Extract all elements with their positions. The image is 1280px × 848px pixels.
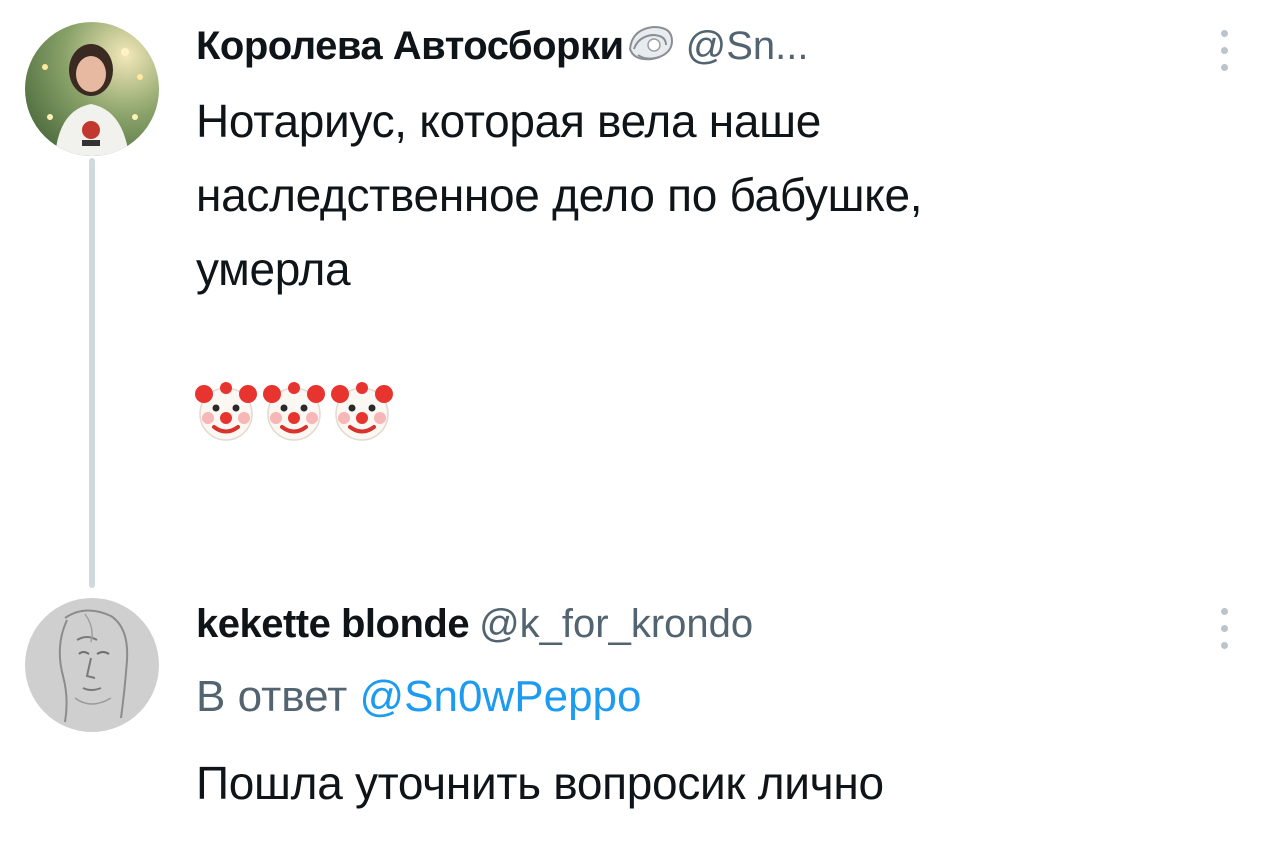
author-avatar[interactable]	[25, 22, 159, 156]
clown-face-icon	[328, 378, 396, 446]
author-name[interactable]: Королева Автосборки	[196, 24, 624, 68]
tweet-text: Пошла уточнить вопросик лично	[196, 757, 884, 809]
more-dot-icon	[1221, 47, 1228, 54]
emoji-row	[192, 378, 396, 448]
more-dot-icon	[1221, 608, 1228, 615]
author-avatar[interactable]	[25, 598, 159, 732]
clown-face-icon	[260, 378, 328, 446]
more-options-button[interactable]	[1210, 604, 1240, 654]
reply-mention-link[interactable]: @Sn0wPeppo	[360, 672, 642, 721]
tweet-header: kekette blonde @k_for_krondo	[196, 600, 753, 648]
tweet-text: Нотариус, которая вела наше наследственн…	[196, 95, 923, 295]
more-dot-icon	[1221, 642, 1228, 649]
clown-face-icon	[192, 378, 260, 446]
oyster-icon	[626, 23, 676, 74]
more-dot-icon	[1221, 30, 1228, 37]
author-handle[interactable]: @Sn...	[686, 24, 809, 68]
sketch-portrait-icon	[25, 598, 159, 732]
thread-connector-line	[89, 158, 95, 588]
more-dot-icon	[1221, 64, 1228, 71]
more-dot-icon	[1221, 625, 1228, 632]
reply-context: В ответ @Sn0wPeppo	[196, 670, 641, 724]
tweet-header: Королева Автосборки @Sn...	[196, 22, 808, 74]
more-options-button[interactable]	[1210, 26, 1240, 76]
profile-photo-icon	[25, 22, 159, 156]
reply-prefix: В ответ	[196, 672, 348, 721]
author-handle[interactable]: @k_for_krondo	[479, 602, 753, 646]
author-name[interactable]: kekette blonde	[196, 602, 470, 646]
